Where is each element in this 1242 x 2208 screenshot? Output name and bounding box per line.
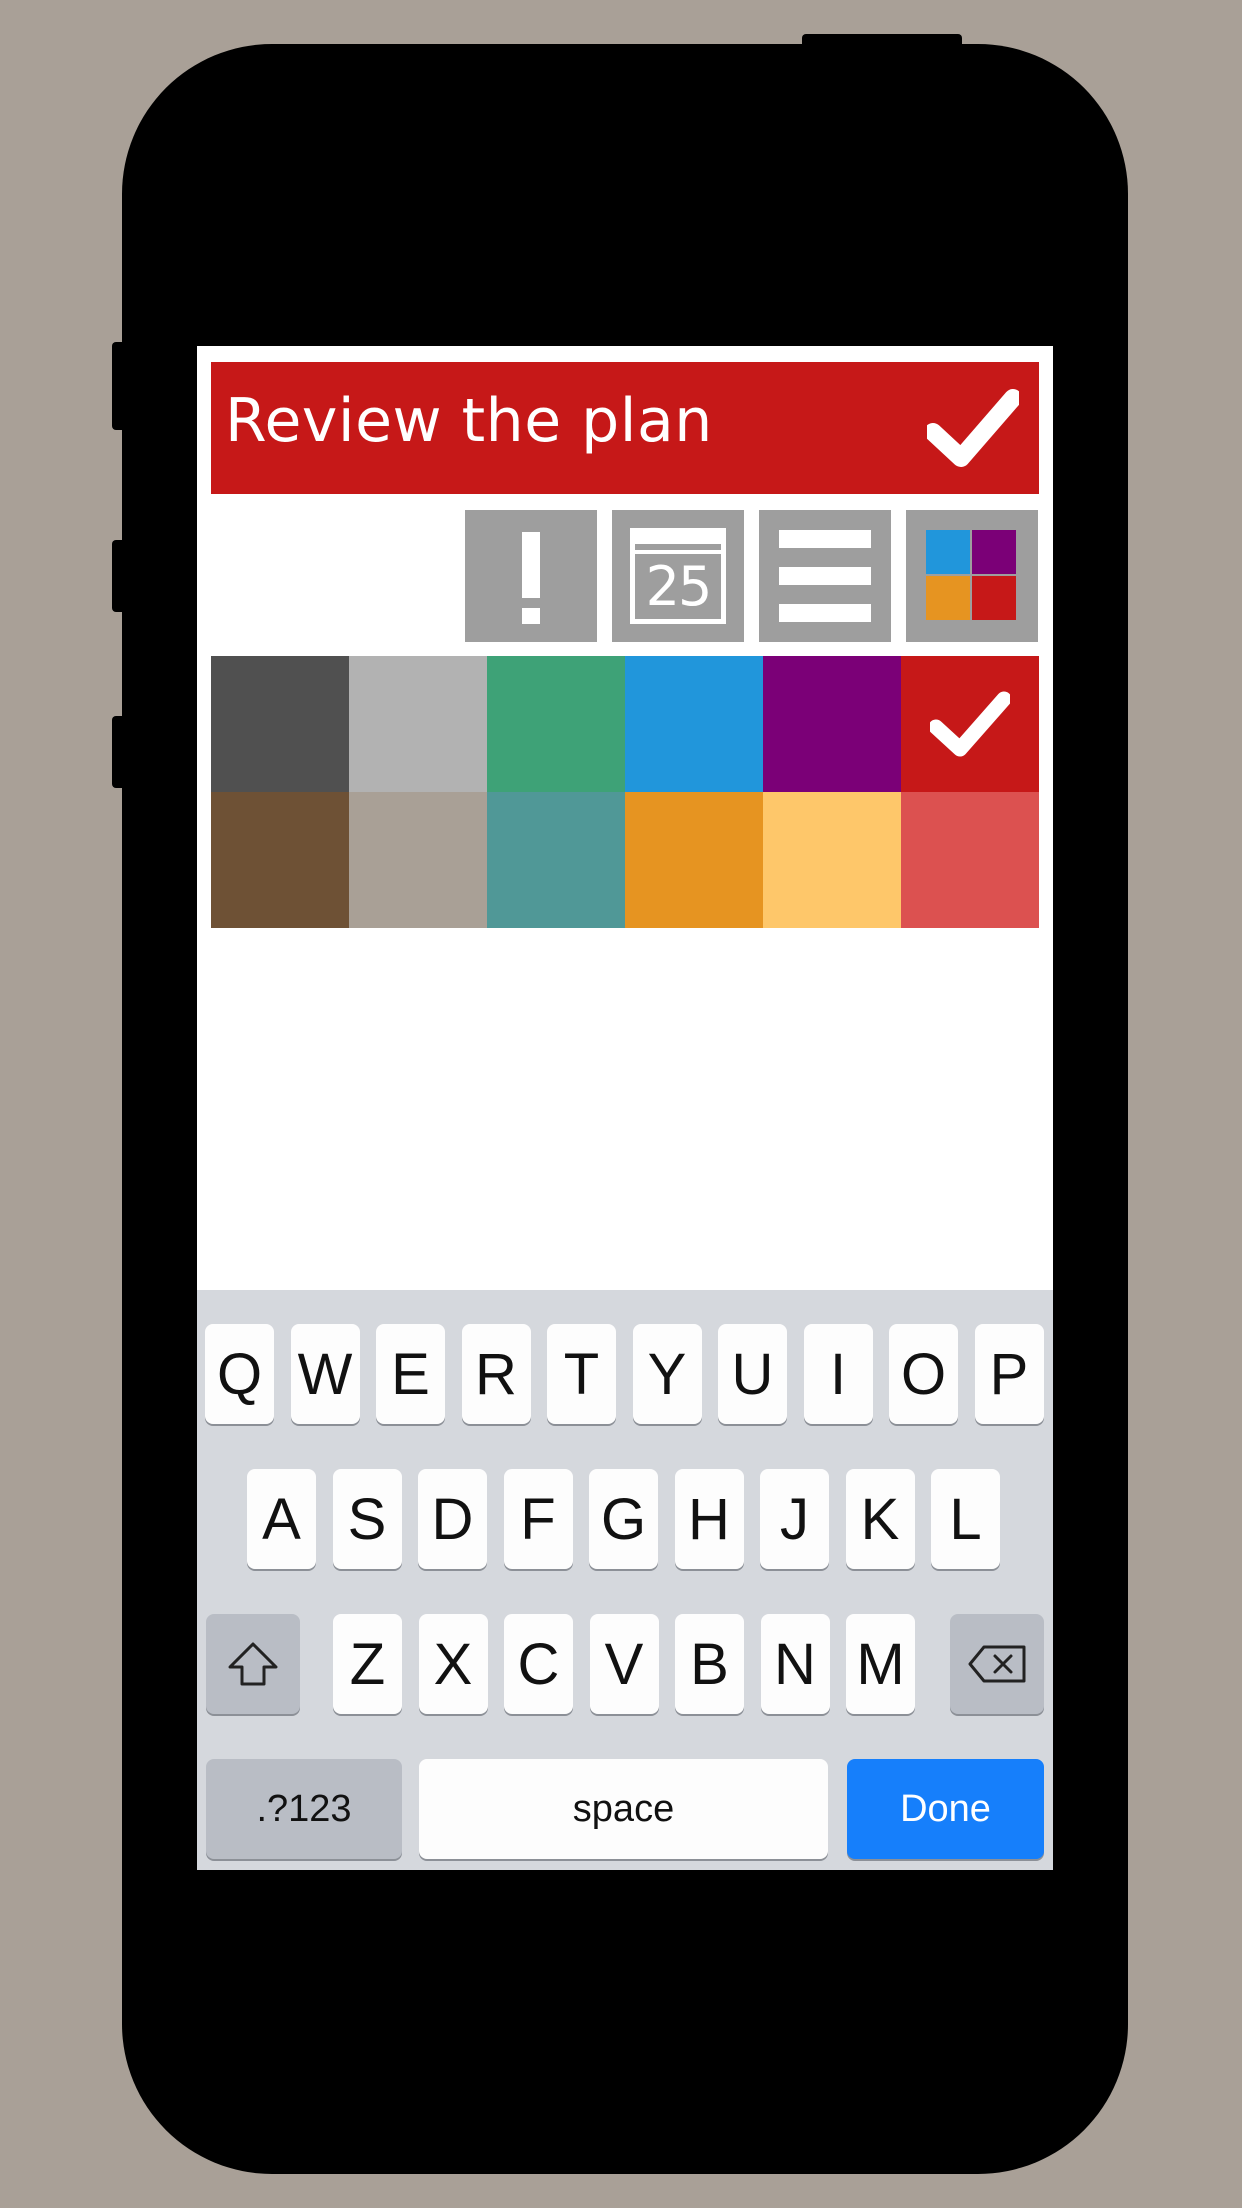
color-swatch[interactable] (487, 792, 625, 928)
key-h[interactable]: H (674, 1469, 744, 1569)
color-swatch[interactable] (763, 656, 901, 792)
exclamation-dot (522, 608, 540, 624)
calendar-icon: 25 (630, 528, 726, 624)
color-swatch[interactable] (211, 792, 349, 928)
done-key[interactable]: Done (847, 1759, 1044, 1859)
key-r[interactable]: R (461, 1324, 531, 1424)
color-grid-cell (972, 576, 1016, 620)
key-l[interactable]: L (931, 1469, 1000, 1569)
space-key[interactable]: space (419, 1759, 828, 1859)
color-swatch[interactable] (901, 792, 1039, 928)
checkmark-icon[interactable] (927, 388, 1019, 468)
priority-button[interactable] (465, 510, 597, 642)
key-g[interactable]: G (589, 1469, 658, 1569)
color-grid-icon (926, 530, 970, 574)
key-f[interactable]: F (503, 1469, 573, 1569)
numbers-key[interactable]: .?123 (206, 1759, 402, 1859)
keyboard: .?123 space Done QWERTYUIOP ASDFGHJKL ZXCV… (197, 1290, 1053, 1870)
key-b[interactable]: B (675, 1614, 744, 1714)
task-title-bar[interactable]: Review the plan (211, 362, 1039, 494)
key-a[interactable]: A (247, 1469, 316, 1569)
key-o[interactable]: O (889, 1324, 958, 1424)
color-swatch[interactable] (901, 656, 1039, 792)
mute-switch (112, 342, 132, 430)
checkmark-icon (930, 691, 1010, 757)
list-icon-line (779, 567, 871, 585)
key-x[interactable]: X (418, 1614, 488, 1714)
color-swatch[interactable] (211, 656, 349, 792)
key-p[interactable]: P (974, 1324, 1044, 1424)
shift-icon (228, 1642, 278, 1686)
color-swatch[interactable] (349, 656, 487, 792)
power-button (802, 34, 962, 56)
key-m[interactable]: M (846, 1614, 915, 1714)
key-w[interactable]: W (290, 1324, 360, 1424)
color-swatch[interactable] (625, 656, 763, 792)
key-z[interactable]: Z (333, 1614, 402, 1714)
volume-down-button (112, 716, 132, 788)
key-i[interactable]: I (803, 1324, 873, 1424)
delete-key[interactable] (950, 1614, 1044, 1714)
color-swatch[interactable] (487, 656, 625, 792)
calendar-day: 25 (635, 554, 721, 619)
key-n[interactable]: N (760, 1614, 830, 1714)
color-swatch[interactable] (349, 792, 487, 928)
volume-up-button (112, 540, 132, 612)
exclamation-icon (522, 532, 540, 598)
key-c[interactable]: C (504, 1614, 573, 1714)
key-t[interactable]: T (547, 1324, 616, 1424)
due-date-button[interactable]: 25 (612, 510, 744, 642)
key-y[interactable]: Y (632, 1324, 702, 1424)
shift-key[interactable] (206, 1614, 300, 1714)
key-d[interactable]: D (418, 1469, 487, 1569)
color-swatch[interactable] (763, 792, 901, 928)
list-icon-line (779, 604, 871, 622)
task-title[interactable]: Review the plan (225, 386, 713, 456)
calendar-header-gap (635, 544, 721, 550)
key-v[interactable]: V (589, 1614, 659, 1714)
color-grid-cell (926, 576, 970, 620)
color-grid-cell (972, 530, 1016, 574)
list-icon (779, 530, 871, 548)
color-swatch[interactable] (625, 792, 763, 928)
color-button[interactable] (906, 510, 1038, 642)
key-j[interactable]: J (760, 1469, 829, 1569)
color-palette (211, 656, 1039, 928)
key-k[interactable]: K (845, 1469, 915, 1569)
key-u[interactable]: U (718, 1324, 787, 1424)
key-s[interactable]: S (332, 1469, 402, 1569)
delete-icon (968, 1645, 1026, 1683)
notes-button[interactable] (759, 510, 891, 642)
app-screen: Review the plan 25 .?123 space Done Q W … (197, 346, 1053, 1870)
key-e[interactable]: E (376, 1324, 445, 1424)
key-q[interactable]: Q (205, 1324, 274, 1424)
